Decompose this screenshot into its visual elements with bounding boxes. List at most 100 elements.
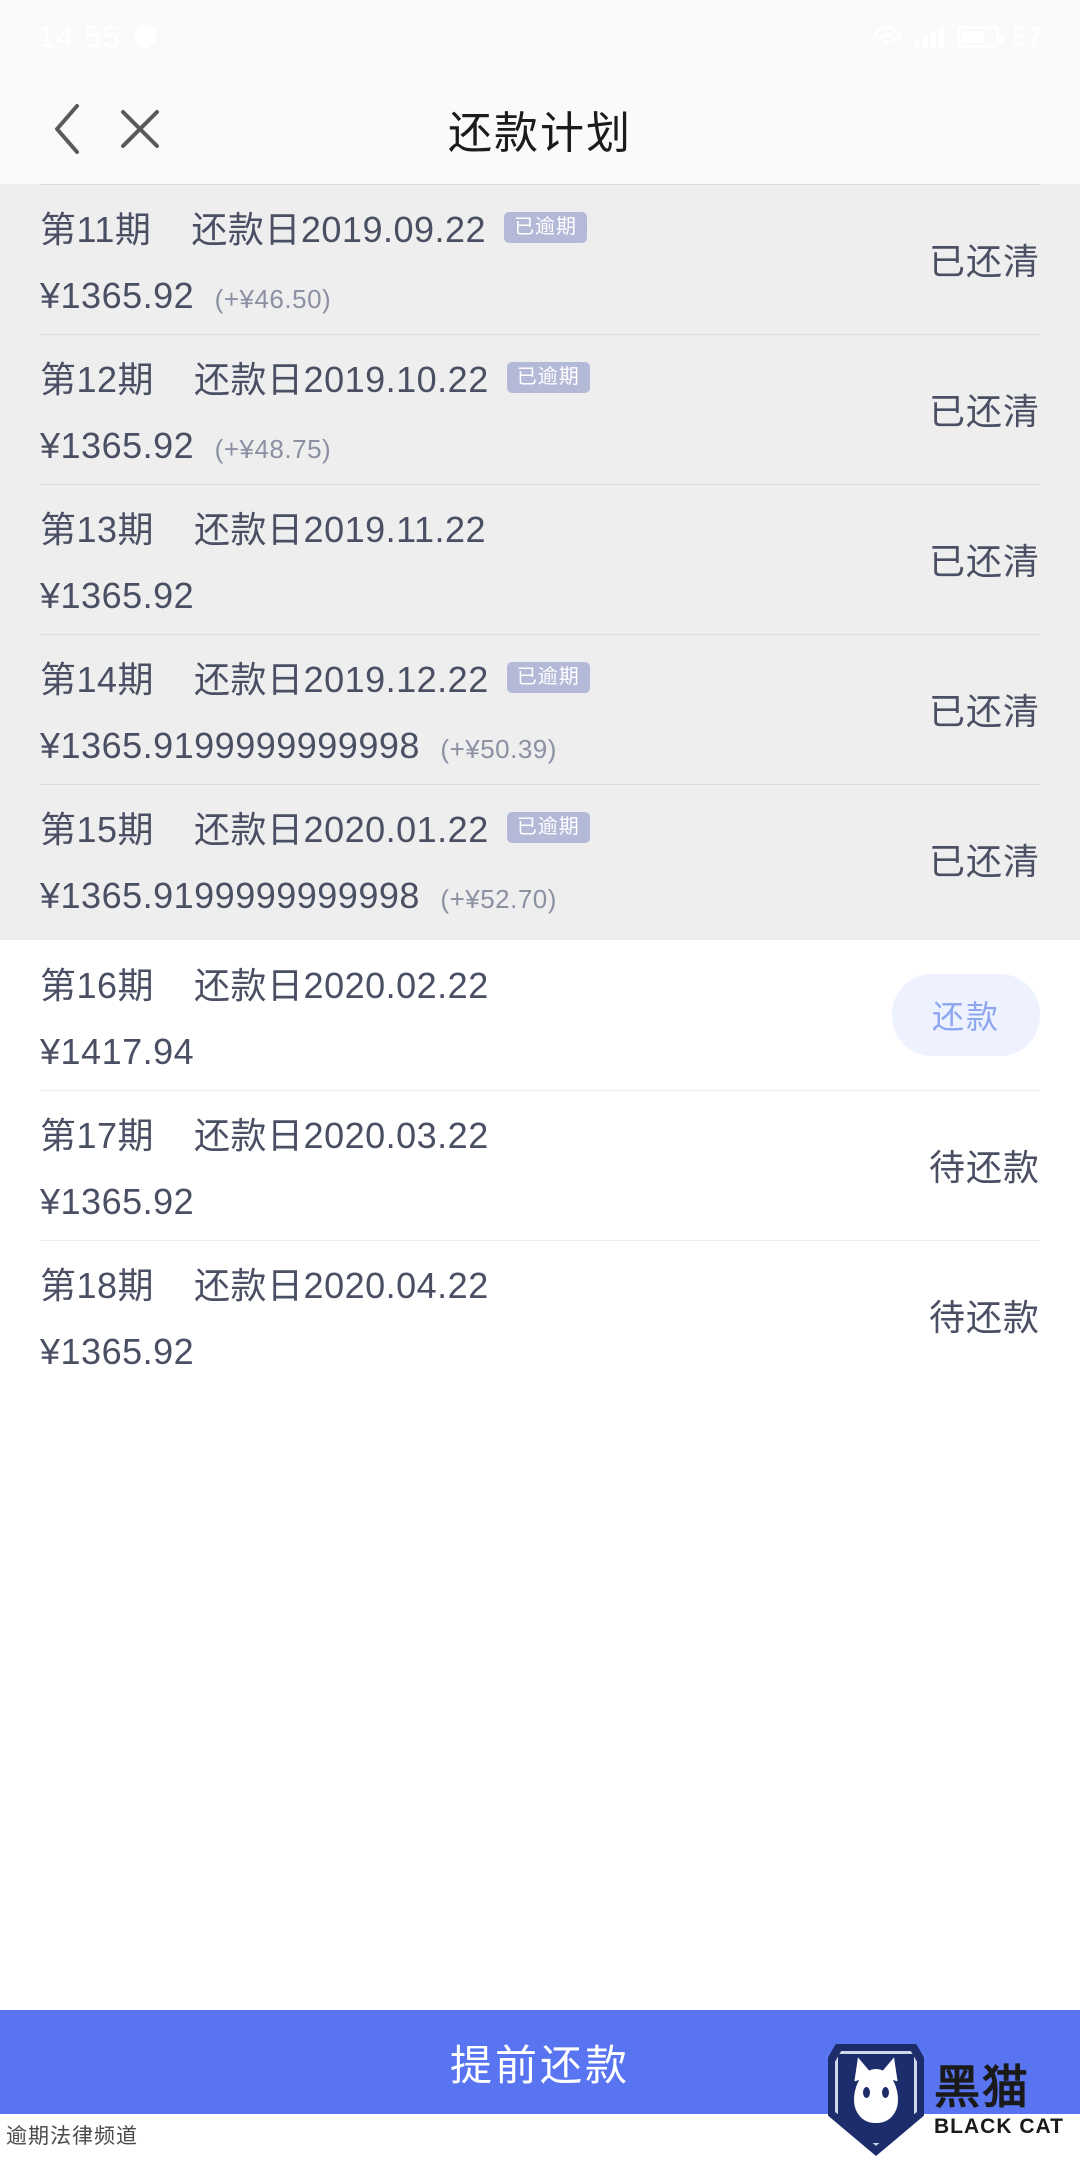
watermark-brand-cn: 黑猫 bbox=[934, 2060, 1030, 2113]
row-content: 第16期 还款日2020.02.22 ¥1417.94 bbox=[40, 957, 872, 1073]
status-badge: 已逾期 bbox=[506, 661, 590, 693]
row-amount-line: ¥1365.92 bbox=[40, 1181, 909, 1223]
row-heading: 第13期 还款日2019.11.22 bbox=[40, 501, 909, 553]
row-status: 已还清 bbox=[909, 233, 1040, 285]
battery-percent: 57 bbox=[1011, 21, 1042, 52]
installment-due-date: 还款日2019.10.22 bbox=[194, 359, 489, 400]
installment-due-date: 还款日2020.01.22 bbox=[194, 809, 489, 850]
status-label: 已还清 bbox=[928, 541, 1040, 582]
wifi-icon bbox=[872, 26, 902, 48]
shield-icon bbox=[134, 24, 157, 50]
installment-due-date: 还款日2019.12.22 bbox=[194, 659, 489, 700]
row-heading: 第12期 还款日2019.10.22 已逾期 bbox=[40, 351, 909, 403]
signal-icon bbox=[914, 25, 944, 49]
installment-term: 第16期 bbox=[40, 965, 155, 1006]
status-label: 已还清 bbox=[928, 841, 1040, 882]
installment-penalty: (+¥50.39) bbox=[440, 734, 557, 764]
table-row[interactable]: 第12期 还款日2019.10.22 已逾期 ¥1365.92 (+¥48.75… bbox=[0, 334, 1080, 484]
row-status: 已还清 bbox=[909, 833, 1040, 885]
row-status: 已还清 bbox=[909, 383, 1040, 435]
close-icon bbox=[121, 110, 159, 148]
installment-amount: ¥1365.92 bbox=[40, 1181, 195, 1222]
installment-penalty: (+¥48.75) bbox=[214, 434, 332, 464]
table-row[interactable]: 第11期 还款日2019.09.22 已逾期 ¥1365.92 (+¥46.50… bbox=[0, 184, 1080, 334]
installment-due-date: 还款日2020.04.22 bbox=[194, 1265, 489, 1306]
nav-bar: 还款计划 bbox=[0, 74, 1080, 184]
repay-button[interactable]: 还款 bbox=[891, 974, 1040, 1056]
row-heading: 第17期 还款日2020.03.22 bbox=[40, 1107, 909, 1159]
installment-penalty: (+¥52.70) bbox=[440, 884, 557, 914]
status-badge: 已逾期 bbox=[506, 361, 590, 393]
status-bar-right: 57 bbox=[872, 22, 1042, 53]
row-amount-line: ¥1417.94 bbox=[40, 1031, 872, 1073]
status-label: 待还款 bbox=[928, 1147, 1040, 1188]
row-heading: 第16期 还款日2020.02.22 bbox=[40, 957, 872, 1009]
row-content: 第17期 还款日2020.03.22 ¥1365.92 bbox=[40, 1107, 909, 1223]
back-button[interactable] bbox=[32, 94, 102, 164]
status-label: 已还清 bbox=[928, 391, 1040, 432]
row-amount-line: ¥1365.92 bbox=[40, 575, 909, 617]
status-bar-left: 14:55 bbox=[38, 19, 157, 55]
close-button[interactable] bbox=[102, 94, 178, 164]
installment-due-date: 还款日2019.11.22 bbox=[194, 509, 487, 550]
watermark-logo: 黑猫 BLACK CAT bbox=[828, 2040, 1080, 2160]
installment-term: 第14期 bbox=[40, 659, 155, 700]
row-amount-line: ¥1365.92 bbox=[40, 1331, 909, 1373]
row-heading: 第18期 还款日2020.04.22 bbox=[40, 1257, 909, 1309]
row-amount-line: ¥1365.92 (+¥48.75) bbox=[40, 425, 909, 467]
installment-term: 第15期 bbox=[40, 809, 155, 850]
table-row[interactable]: 第15期 还款日2020.01.22 已逾期 ¥1365.91999999999… bbox=[0, 784, 1080, 934]
status-time: 14:55 bbox=[38, 19, 121, 54]
status-label: 已还清 bbox=[928, 691, 1040, 732]
black-cat-icon bbox=[828, 2044, 924, 2156]
row-amount-line: ¥1365.92 (+¥46.50) bbox=[40, 275, 909, 317]
row-heading: 第11期 还款日2019.09.22 已逾期 bbox=[40, 201, 909, 253]
installment-amount: ¥1417.94 bbox=[40, 1031, 195, 1072]
installment-amount: ¥1365.92 bbox=[40, 275, 195, 316]
app-screen: 14:55 57 还款计划 第11期 还款日2019.09.22 已逾期 ¥13… bbox=[0, 0, 1080, 2160]
status-bar: 14:55 57 bbox=[0, 0, 1080, 74]
table-row[interactable]: 第14期 还款日2019.12.22 已逾期 ¥1365.91999999999… bbox=[0, 634, 1080, 784]
installment-term: 第17期 bbox=[40, 1115, 155, 1156]
installment-amount: ¥1365.92 bbox=[40, 425, 195, 466]
watermark-channel: 逾期法律频道 bbox=[6, 2125, 138, 2148]
table-row[interactable]: 第18期 还款日2020.04.22 ¥1365.92 待还款 bbox=[0, 1240, 1080, 1390]
status-label: 待还款 bbox=[928, 1297, 1040, 1338]
installment-penalty: (+¥46.50) bbox=[214, 284, 332, 314]
row-status: 已还清 bbox=[909, 683, 1040, 735]
row-content: 第13期 还款日2019.11.22 ¥1365.92 bbox=[40, 501, 909, 617]
row-content: 第18期 还款日2020.04.22 ¥1365.92 bbox=[40, 1257, 909, 1373]
row-heading: 第14期 还款日2019.12.22 已逾期 bbox=[40, 651, 909, 703]
row-heading: 第15期 还款日2020.01.22 已逾期 bbox=[40, 801, 909, 853]
installment-amount: ¥1365.9199999999998 bbox=[40, 725, 420, 766]
watermark-brand-en: BLACK CAT bbox=[934, 2114, 1064, 2138]
status-badge: 已逾期 bbox=[506, 811, 590, 843]
row-status: 待还款 bbox=[909, 1289, 1040, 1341]
row-amount-line: ¥1365.9199999999998 (+¥50.39) bbox=[40, 725, 909, 767]
installment-amount: ¥1365.92 bbox=[40, 1331, 195, 1372]
installment-term: 第18期 bbox=[40, 1265, 155, 1306]
installment-term: 第12期 bbox=[40, 359, 155, 400]
list-bottom-divider bbox=[0, 1390, 1080, 1474]
row-amount-line: ¥1365.9199999999998 (+¥52.70) bbox=[40, 875, 909, 917]
row-status: 已还清 bbox=[909, 533, 1040, 585]
table-row[interactable]: 第13期 还款日2019.11.22 ¥1365.92 已还清 bbox=[0, 484, 1080, 634]
row-action: 还款 bbox=[872, 974, 1040, 1056]
status-badge: 已逾期 bbox=[504, 211, 588, 243]
due-installments-list: 第16期 还款日2020.02.22 ¥1417.94 还款 第17期 还款日2… bbox=[0, 940, 1080, 1474]
row-content: 第15期 还款日2020.01.22 已逾期 ¥1365.91999999999… bbox=[40, 801, 909, 917]
installment-amount: ¥1365.9199999999998 bbox=[40, 875, 420, 916]
installment-due-date: 还款日2020.03.22 bbox=[194, 1115, 489, 1156]
status-label: 已还清 bbox=[928, 241, 1040, 282]
row-status: 待还款 bbox=[909, 1139, 1040, 1191]
installment-due-date: 还款日2020.02.22 bbox=[194, 965, 489, 1006]
paid-installments-list: 第11期 还款日2019.09.22 已逾期 ¥1365.92 (+¥46.50… bbox=[0, 184, 1080, 940]
table-row[interactable]: 第17期 还款日2020.03.22 ¥1365.92 待还款 bbox=[0, 1090, 1080, 1240]
installment-term: 第11期 bbox=[40, 209, 152, 250]
row-content: 第12期 还款日2019.10.22 已逾期 ¥1365.92 (+¥48.75… bbox=[40, 351, 909, 467]
battery-icon bbox=[956, 26, 1003, 48]
installment-term: 第13期 bbox=[40, 509, 155, 550]
table-row[interactable]: 第16期 还款日2020.02.22 ¥1417.94 还款 bbox=[0, 940, 1080, 1090]
installment-amount: ¥1365.92 bbox=[40, 575, 195, 616]
installment-due-date: 还款日2019.09.22 bbox=[191, 209, 487, 250]
